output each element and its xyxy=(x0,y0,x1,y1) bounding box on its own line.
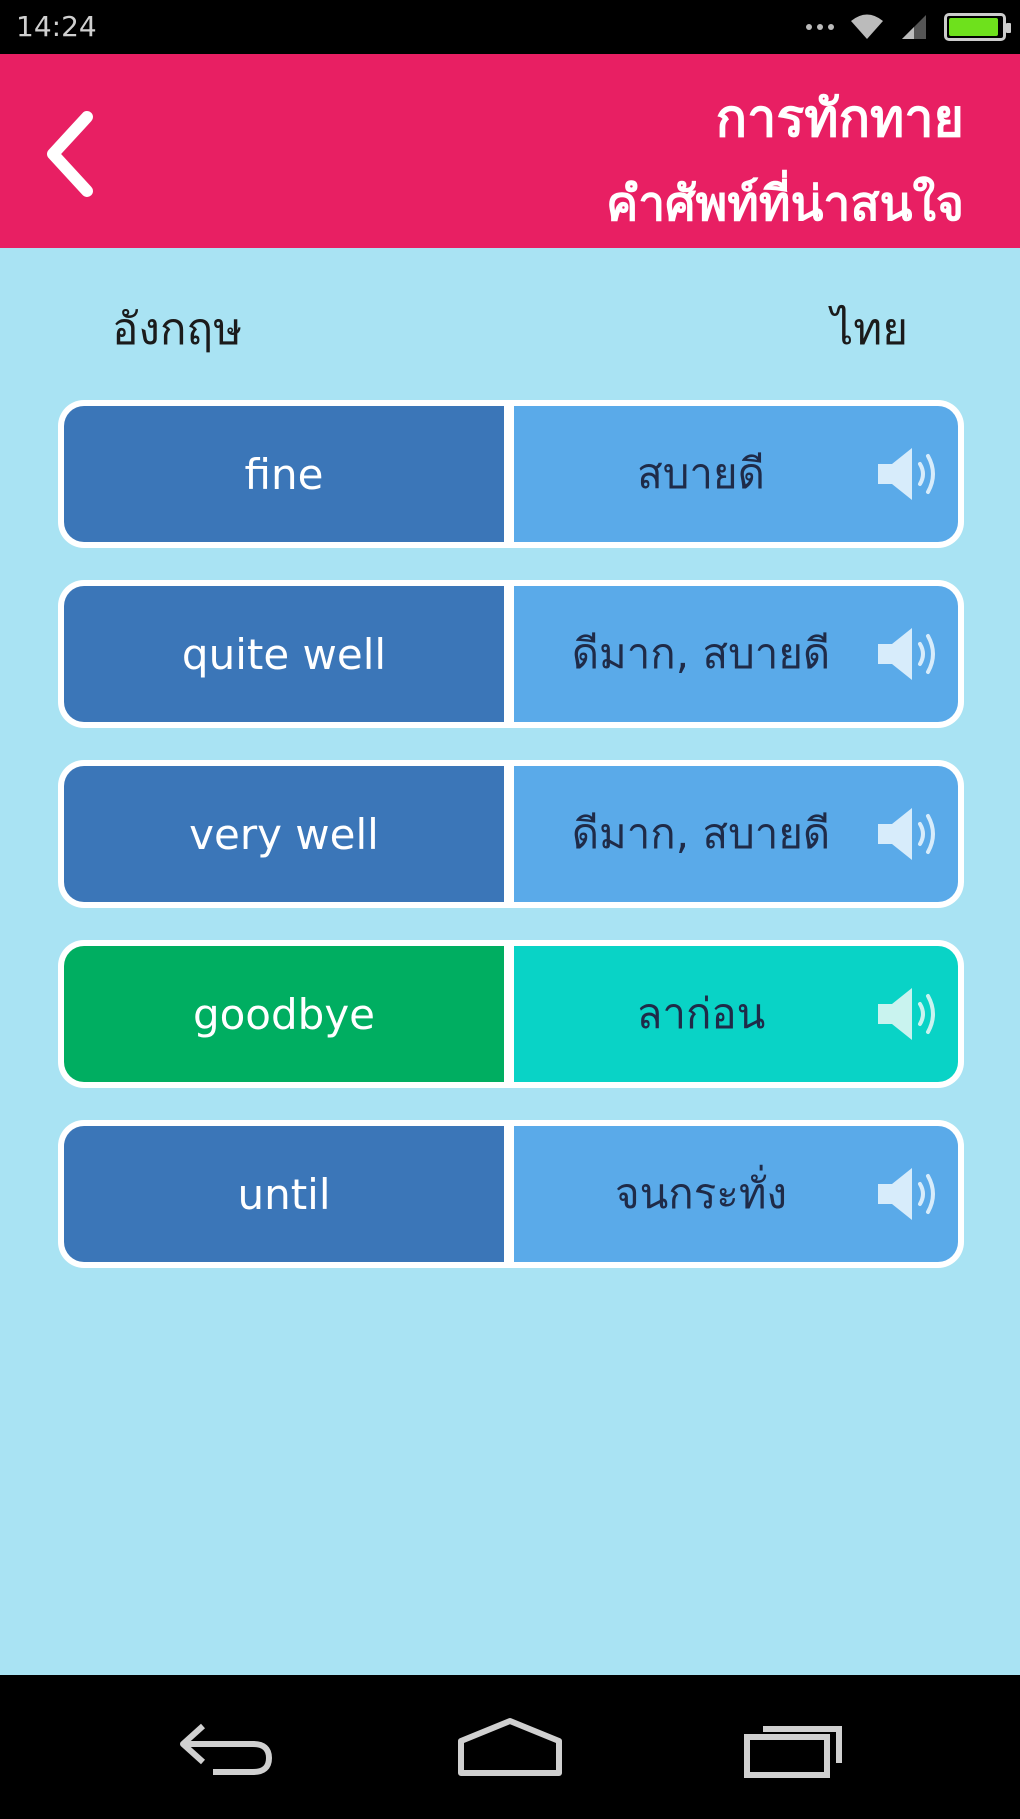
word-row[interactable]: very well ดีมาก, สบายดี xyxy=(58,760,964,908)
thai-translation-cell[interactable]: ดีมาก, สบายดี xyxy=(514,586,958,722)
word-row[interactable]: until จนกระทั่ง xyxy=(58,1120,964,1268)
nav-recent-apps-button[interactable] xyxy=(740,1713,850,1783)
row-divider xyxy=(504,766,514,902)
back-button[interactable] xyxy=(30,104,110,204)
thai-word: จนกระทั่ง xyxy=(614,1169,788,1218)
column-header-english: อังกฤษ xyxy=(112,304,243,355)
more-dots-icon xyxy=(806,24,834,30)
page-title: การทักทาย xyxy=(715,89,964,149)
thai-translation-cell[interactable]: สบายดี xyxy=(514,406,958,542)
word-row[interactable]: fine สบายดี xyxy=(58,400,964,548)
thai-translation-cell[interactable]: ลาก่อน xyxy=(514,946,958,1082)
thai-word: ดีมาก, สบายดี xyxy=(571,809,831,858)
word-row[interactable]: quite well ดีมาก, สบายดี xyxy=(58,580,964,728)
word-row-selected[interactable]: goodbye ลาก่อน xyxy=(58,940,964,1088)
status-time: 14:24 xyxy=(16,10,97,43)
nav-back-button[interactable] xyxy=(170,1713,280,1783)
thai-word: ลาก่อน xyxy=(636,989,766,1038)
english-word[interactable]: fine xyxy=(64,406,504,542)
column-header-thai: ไทย xyxy=(831,304,908,355)
status-icons xyxy=(806,10,1011,44)
thai-word: ดีมาก, สบายดี xyxy=(571,629,831,678)
speaker-icon[interactable] xyxy=(872,620,944,688)
speaker-icon[interactable] xyxy=(872,980,944,1048)
row-divider xyxy=(504,406,514,542)
wifi-icon xyxy=(851,14,883,39)
speaker-icon[interactable] xyxy=(872,800,944,868)
english-word[interactable]: very well xyxy=(64,766,504,902)
home-icon xyxy=(458,1718,562,1776)
system-nav-bar xyxy=(0,1675,1020,1819)
row-divider xyxy=(504,1126,514,1262)
back-icon xyxy=(180,1723,273,1775)
row-divider xyxy=(504,946,514,1082)
chevron-left-icon xyxy=(47,111,93,197)
row-divider xyxy=(504,586,514,722)
thai-translation-cell[interactable]: ดีมาก, สบายดี xyxy=(514,766,958,902)
vocabulary-content: อังกฤษ ไทย fine สบายดี quite well ดีมาก,… xyxy=(0,248,1020,1675)
speaker-icon[interactable] xyxy=(872,440,944,508)
battery-fill xyxy=(949,18,999,36)
app-header: การทักทาย คำศัพท์ที่น่าสนใจ xyxy=(0,54,1020,248)
status-bar: 14:24 xyxy=(0,0,1020,54)
english-word[interactable]: until xyxy=(64,1126,504,1262)
page-subtitle: คำศัพท์ที่น่าสนใจ xyxy=(606,176,964,232)
recent-apps-icon xyxy=(744,1726,842,1778)
speaker-icon[interactable] xyxy=(872,1160,944,1228)
nav-home-button[interactable] xyxy=(455,1713,565,1783)
english-word[interactable]: quite well xyxy=(64,586,504,722)
thai-word: สบายดี xyxy=(637,449,765,498)
signal-icon xyxy=(902,15,926,39)
battery-icon xyxy=(944,13,1011,41)
english-word[interactable]: goodbye xyxy=(64,946,504,1082)
thai-translation-cell[interactable]: จนกระทั่ง xyxy=(514,1126,958,1262)
